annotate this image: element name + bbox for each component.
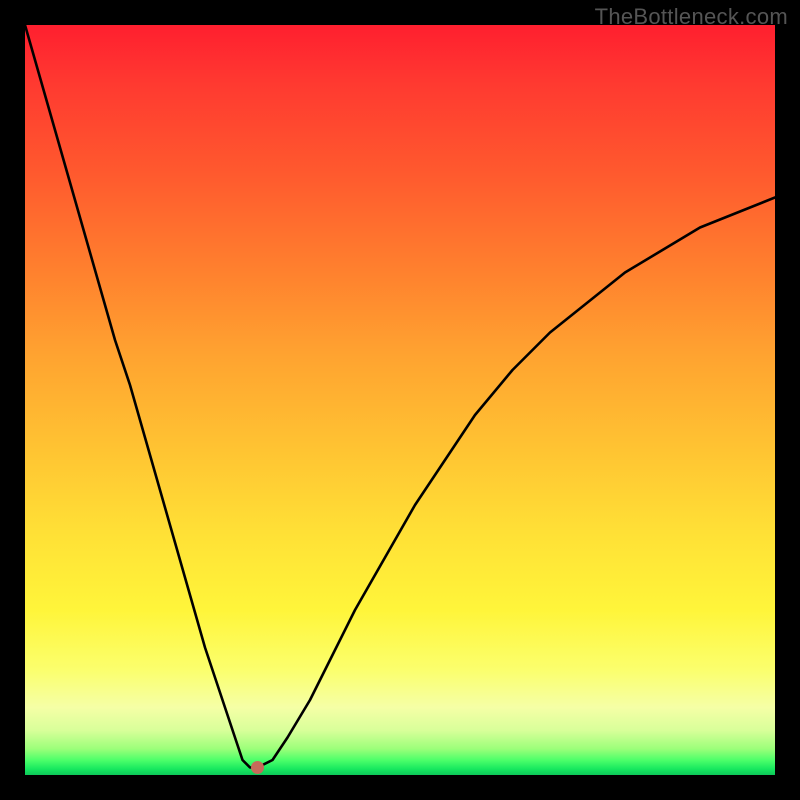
plot-area (25, 25, 775, 775)
curve-layer (25, 25, 775, 775)
optimal-point-marker (252, 762, 264, 774)
watermark-text: TheBottleneck.com (595, 4, 788, 30)
chart-frame: TheBottleneck.com (0, 0, 800, 800)
bottleneck-curve (25, 25, 775, 768)
